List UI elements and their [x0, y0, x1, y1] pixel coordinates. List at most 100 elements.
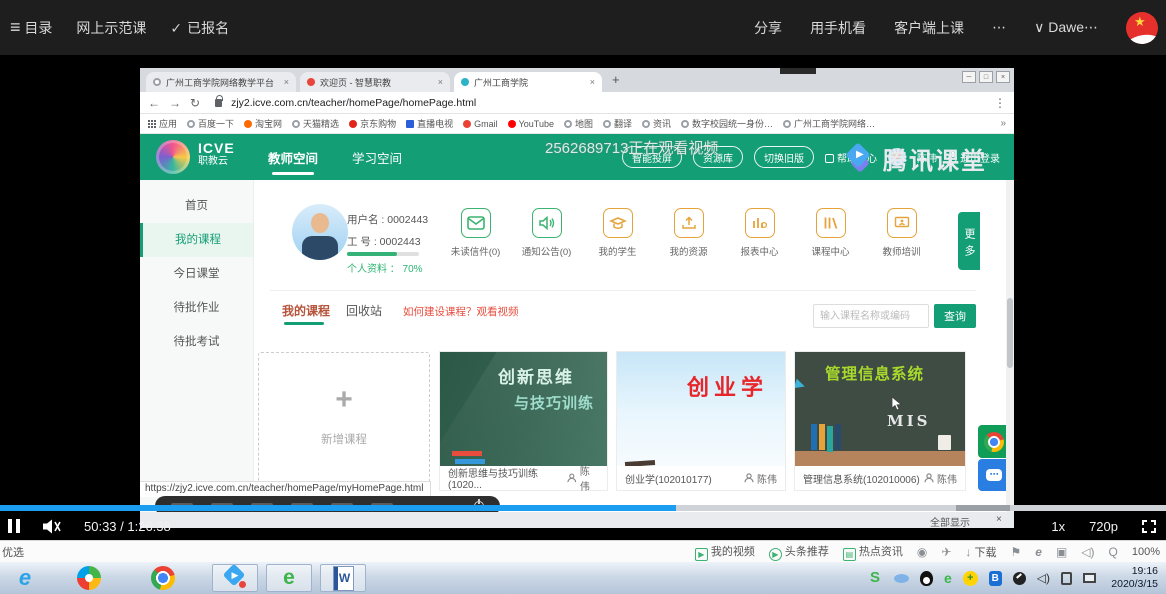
my-students-action[interactable]: 我的学生	[582, 208, 653, 258]
more-button[interactable]: 更多	[958, 212, 980, 270]
notices-action[interactable]: 通知公告(0)	[511, 208, 582, 258]
youxuan-label[interactable]: 优选	[2, 544, 24, 560]
course-search-input[interactable]	[813, 304, 929, 328]
word-taskbar-icon[interactable]: W	[320, 564, 366, 592]
course-center-action[interactable]: 课程中心	[795, 208, 866, 258]
bookmark-taobao[interactable]: 淘宝网	[244, 117, 282, 130]
page-scrollbar[interactable]	[1006, 180, 1014, 512]
nav-learning-space[interactable]: 学习空间	[352, 148, 402, 167]
headlines-button[interactable]: ▶头条推荐	[769, 543, 829, 561]
browser-menu-icon[interactable]: ⋮	[994, 96, 1006, 110]
pause-button[interactable]	[8, 519, 20, 533]
my-resources-action[interactable]: 我的资源	[653, 208, 724, 258]
search-button[interactable]: 查询	[934, 304, 976, 328]
sidebar-item-pending-exams[interactable]: 待批考试	[140, 325, 253, 359]
how-to-build-course-link[interactable]: 如何建设课程？观看视频	[403, 304, 519, 319]
course-card-mis[interactable]: 管理信息系统 MIS 管理信息系统(102010006) 陈伟	[795, 352, 965, 490]
smart-cast-button[interactable]: 智能投屏	[622, 146, 682, 168]
tab-my-courses[interactable]: 我的课程	[282, 302, 330, 319]
profile-completeness[interactable]: 个人资料 ： 70%	[347, 260, 423, 275]
logout-button[interactable]: 退出登录	[948, 150, 1000, 165]
search-icon[interactable]: Q	[1109, 545, 1118, 559]
watch-on-phone-button[interactable]: 用手机看	[810, 18, 866, 38]
share-button[interactable]: 分享	[754, 18, 782, 38]
bookmark-news[interactable]: 资讯	[642, 117, 671, 130]
rocket-icon[interactable]: ✈	[941, 545, 951, 559]
sogou-input-icon[interactable]: S	[867, 570, 883, 586]
bookmark-live-tv[interactable]: 直播电视	[406, 117, 453, 130]
hot-news-button[interactable]: ▤热点资讯	[843, 543, 903, 561]
maximize-icon[interactable]: □	[979, 71, 993, 83]
nav-teacher-space[interactable]: 教师空间	[268, 148, 318, 167]
close-icon[interactable]: ×	[996, 71, 1010, 83]
safety-plus-icon[interactable]: +	[963, 571, 978, 586]
seek-bar[interactable]	[0, 505, 1166, 511]
resource-library-button[interactable]: 资源库	[693, 146, 743, 168]
bookmarks-overflow-icon[interactable]: »	[1000, 118, 1006, 129]
ie-icon[interactable]: e	[1035, 545, 1042, 559]
client-class-button[interactable]: 客户端上课	[894, 18, 964, 38]
header-username[interactable]: 陈伟	[917, 150, 937, 165]
sidebar-item-today-class[interactable]: 今日课堂	[140, 257, 253, 291]
sidebar-item-pending-homework[interactable]: 待批作业	[140, 291, 253, 325]
scrollbar-thumb[interactable]	[1007, 298, 1013, 368]
speed-button[interactable]: 1x	[1051, 519, 1065, 534]
fullscreen-icon[interactable]	[1142, 520, 1156, 533]
online-demo-course-link[interactable]: 网上示范课	[76, 18, 146, 38]
bookmark-baidu[interactable]: 百度一下	[187, 117, 234, 130]
my-videos-button[interactable]: ▶我的视频	[695, 543, 755, 561]
tencent-classroom-taskbar-icon[interactable]: ▶	[212, 564, 258, 592]
apps-shortcut[interactable]: 应用	[148, 117, 177, 130]
user-menu[interactable]: ∨ Dawe⋯	[1034, 19, 1098, 36]
menu-button[interactable]: ≡ 目录	[10, 17, 52, 38]
sidebar-item-home[interactable]: 首页	[140, 189, 253, 223]
url-text[interactable]: zjy2.icve.com.cn/teacher/homePage/homePa…	[231, 97, 476, 109]
user-avatar[interactable]	[888, 148, 906, 166]
teacher-training-action[interactable]: 教师培训	[866, 208, 937, 258]
more-menu-button[interactable]: ⋯	[992, 19, 1006, 36]
flag-icon[interactable]: ⚑	[1010, 545, 1021, 559]
tab-welcome-zhihuizhijiao[interactable]: 欢迎页 - 智慧职教 ×	[300, 72, 450, 92]
green-browser-taskbar-icon[interactable]: e	[266, 564, 312, 592]
bookmark-jd[interactable]: 京东购物	[349, 117, 396, 130]
tab-gzgs-college-active[interactable]: 广州工商学院 ×	[454, 72, 602, 92]
tab-close-icon[interactable]: ×	[438, 77, 443, 87]
course-card-innovation[interactable]: 创新思维 与技巧训练 创新思维与技巧训练(1020... 陈伟	[440, 352, 607, 490]
quality-button[interactable]: 720p	[1089, 519, 1118, 534]
bluetooth-icon[interactable]: B	[989, 571, 1002, 586]
chrome-taskbar-icon[interactable]	[140, 564, 186, 592]
add-course-card[interactable]: + 新增课程	[258, 352, 430, 490]
help-center-link[interactable]: 帮助中心	[825, 150, 877, 165]
download-button[interactable]: ↓ 下载	[965, 544, 996, 560]
network-icon[interactable]	[1083, 573, 1096, 583]
unread-mail-action[interactable]: 未读信件(0)	[440, 208, 511, 258]
satellite-icon[interactable]	[1013, 572, 1026, 585]
sidebar-item-my-courses[interactable]: 我的课程	[140, 223, 253, 257]
report-center-action[interactable]: 报表中心	[724, 208, 795, 258]
bookmark-campus-id[interactable]: 数字校园统一身份…	[681, 117, 773, 130]
bookmark-translate[interactable]: 翻译	[603, 117, 632, 130]
volume-icon[interactable]: ◁)	[1037, 571, 1050, 585]
tray-clock[interactable]: 19:16 2020/3/15	[1111, 565, 1158, 591]
back-icon[interactable]: ←	[148, 96, 160, 110]
qq-icon[interactable]	[920, 571, 933, 586]
new-tab-button[interactable]: +	[612, 72, 620, 87]
360-browser-taskbar-icon[interactable]	[66, 564, 112, 592]
360se-tray-icon[interactable]: e	[944, 570, 952, 586]
tab-recycle-bin[interactable]: 回收站	[346, 302, 382, 319]
window-icon[interactable]: ▣	[1056, 545, 1067, 559]
speedometer-icon[interactable]: ◉	[917, 545, 927, 559]
tab-close-icon[interactable]: ×	[284, 77, 289, 87]
reload-icon[interactable]: ↻	[190, 96, 200, 110]
tab-gzgs-platform[interactable]: 广州工商学院网络教学平台 ×	[146, 72, 296, 92]
power-plug-icon[interactable]	[1061, 572, 1072, 585]
bookmark-maps[interactable]: 地图	[564, 117, 593, 130]
profile-photo[interactable]	[292, 204, 348, 260]
messenger-fish-icon[interactable]	[894, 574, 909, 583]
bookmark-gmail[interactable]: Gmail	[463, 119, 498, 129]
ie-taskbar-icon[interactable]: e	[2, 564, 48, 592]
zoom-level[interactable]: 100%	[1132, 546, 1160, 558]
bookmark-gzgs-network[interactable]: 广州工商学院网络…	[783, 117, 875, 130]
switch-old-version-button[interactable]: 切换旧版	[754, 146, 814, 168]
bookmark-tmall[interactable]: 天猫精选	[292, 117, 339, 130]
